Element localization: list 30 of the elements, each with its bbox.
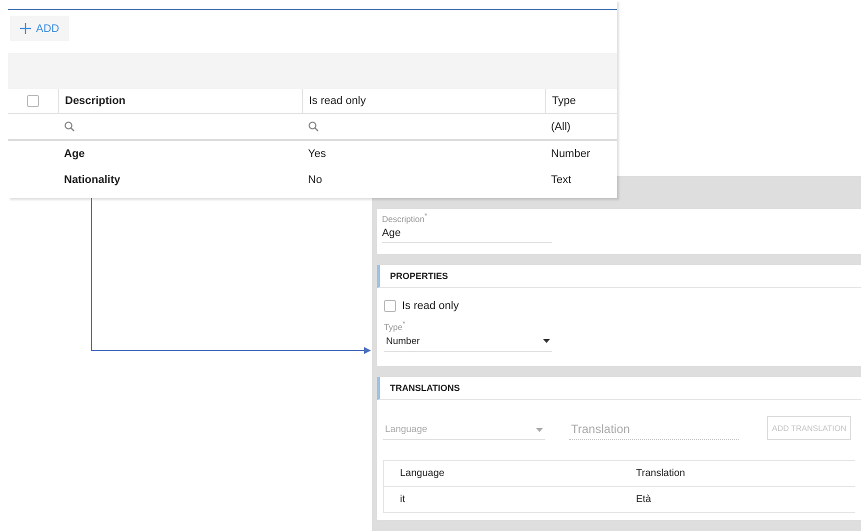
section-header: TRANSLATIONS bbox=[377, 377, 861, 400]
search-icon bbox=[308, 121, 319, 132]
description-field[interactable]: Age bbox=[382, 224, 552, 243]
column-header[interactable]: Type bbox=[552, 95, 576, 107]
caret-icon bbox=[536, 428, 543, 432]
read-only-checkbox[interactable] bbox=[384, 300, 396, 312]
dropdown-placeholder: Language bbox=[385, 424, 428, 435]
section-header: PROPERTIES bbox=[377, 265, 861, 288]
table-cell: No bbox=[308, 174, 322, 186]
dropdown-value: Number bbox=[386, 336, 420, 347]
column-header[interactable]: Description bbox=[65, 95, 126, 107]
checkbox-label: Is read only bbox=[402, 300, 459, 312]
table-cell: Age bbox=[64, 148, 85, 160]
table-cell: Text bbox=[551, 174, 572, 186]
table-cell: Nationality bbox=[64, 174, 120, 186]
plus-icon bbox=[20, 23, 31, 34]
table-cell: Number bbox=[551, 148, 590, 160]
type-dropdown[interactable]: Number bbox=[384, 332, 552, 352]
search-icon bbox=[64, 121, 75, 132]
select-all-checkbox[interactable] bbox=[27, 95, 39, 107]
caret-icon bbox=[543, 339, 550, 344]
table-cell-text: it bbox=[400, 494, 406, 505]
table-cell-text: Età bbox=[636, 494, 652, 505]
field-label: Type$^{*}$ bbox=[384, 320, 406, 332]
filter-value[interactable]: (All) bbox=[551, 120, 571, 132]
column-header[interactable]: Is read only bbox=[309, 95, 366, 107]
field-label: Description$^{*}$ bbox=[382, 212, 428, 224]
column-header[interactable]: Translation bbox=[636, 468, 855, 479]
table-cell: Yes bbox=[308, 148, 326, 160]
column-header[interactable]: Language bbox=[400, 468, 636, 479]
